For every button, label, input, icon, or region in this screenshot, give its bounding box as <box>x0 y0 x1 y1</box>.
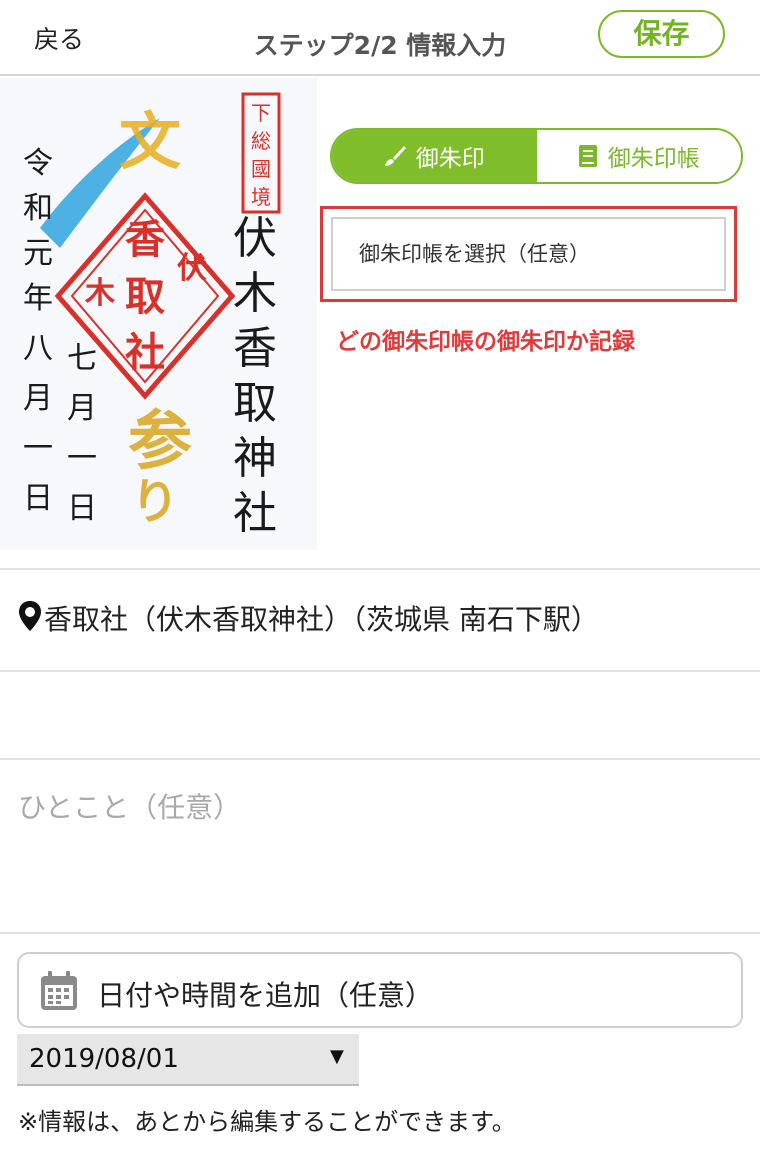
ink-char: 一 <box>67 441 97 476</box>
map-pin-icon <box>19 601 41 631</box>
type-segmented-control: 御朱印 御朱印帳 <box>330 128 743 184</box>
date-select[interactable]: 2019/08/01 ▼ <box>17 1034 359 1086</box>
book-select-highlight: 御朱印帳を選択（任意） <box>320 206 737 302</box>
stamp-center-1: 香 <box>125 216 165 263</box>
ink-char: 取 <box>233 378 277 429</box>
ink-char: 元 <box>23 236 53 271</box>
location-text: 香取社（伏木香取神社）（茨城県 南石下駅） <box>44 603 599 636</box>
goshuin-image: 下 総 國 境 香 取 社 木 伏 文 参 り 伏 木 香 取 神 社 令 和 … <box>0 78 317 550</box>
tab-goshuin[interactable]: 御朱印 <box>332 130 537 182</box>
ink-char: 日 <box>23 481 53 516</box>
gold-char: り <box>131 474 179 530</box>
annotation-text: どの御朱印帳の御朱印か記録 <box>336 329 635 355</box>
location-row[interactable]: 香取社（伏木香取神社）（茨城県 南石下駅） <box>0 568 760 672</box>
ink-char: 年 <box>23 281 53 316</box>
ink-char: 令 <box>23 146 53 181</box>
stamp-char: 総 <box>251 129 271 153</box>
stamp-center-3: 社 <box>125 329 165 376</box>
gold-char: 文 <box>119 105 181 178</box>
ink-char: 社 <box>233 488 277 539</box>
stamp-char: 下 <box>251 101 271 125</box>
ink-char: 和 <box>23 191 53 226</box>
stamp-char: 境 <box>251 185 271 209</box>
calendar-icon <box>41 971 77 1010</box>
ink-char: 八 <box>23 331 53 366</box>
stamp-char: 國 <box>251 157 271 181</box>
empty-row <box>0 672 760 760</box>
ink-char: 日 <box>67 491 97 526</box>
edit-later-note: ※情報は、あとから編集することができます。 <box>18 1108 516 1136</box>
add-date-button[interactable]: 日付や時間を追加（任意） <box>17 952 743 1028</box>
tab-goshuin-label: 御朱印 <box>415 146 485 172</box>
brush-icon <box>384 146 406 166</box>
comment-field[interactable]: ひとこと（任意） <box>0 760 760 934</box>
book-icon <box>578 145 597 167</box>
ink-char: 伏 <box>233 213 277 264</box>
tab-goshuincho[interactable]: 御朱印帳 <box>536 130 741 182</box>
date-select-value: 2019/08/01 <box>29 1044 179 1074</box>
dropdown-arrow-icon: ▼ <box>330 1046 344 1067</box>
ink-char: 七 <box>67 341 97 376</box>
ink-char: 神 <box>233 433 277 484</box>
tab-goshuincho-label: 御朱印帳 <box>607 146 700 172</box>
book-select[interactable]: 御朱印帳を選択（任意） <box>331 217 726 291</box>
gold-char: 参 <box>128 404 192 479</box>
save-button[interactable]: 保存 <box>598 10 725 58</box>
stamp-left: 木 <box>84 276 115 311</box>
ink-char: 木 <box>233 268 277 319</box>
stamp-right: 伏 <box>177 251 207 286</box>
ink-char: 香 <box>233 323 277 374</box>
ink-char: 月 <box>23 381 53 416</box>
ink-char: 月 <box>67 391 97 426</box>
stamp-center-2: 取 <box>125 273 165 320</box>
comment-placeholder: ひとこと（任意） <box>18 791 242 824</box>
top-bar: 戻る ステップ2/2 情報入力 保存 <box>0 0 760 76</box>
goshuin-photo[interactable]: 下 総 國 境 香 取 社 木 伏 文 参 り 伏 木 香 取 神 社 令 和 … <box>0 78 317 550</box>
add-date-label: 日付や時間を追加（任意） <box>97 979 434 1012</box>
ink-char: 一 <box>23 431 53 466</box>
